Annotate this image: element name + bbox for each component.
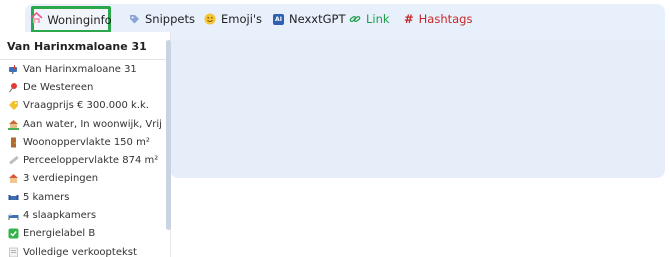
tab-nexxtgpt[interactable]: AI NexxtGPT bbox=[273, 6, 345, 32]
item-text: Van Harinxmaloane 31 bbox=[23, 63, 137, 75]
ai-badge-icon: AI bbox=[273, 13, 284, 25]
price-tag-icon bbox=[8, 100, 19, 111]
woninginfo-dropdown: Van Harinxmaloane 31 Van Harinxmaloane 3… bbox=[0, 32, 171, 257]
item-text: De Westereen bbox=[23, 81, 94, 93]
item-text: 5 kamers bbox=[23, 191, 70, 203]
tab-label: NexxtGPT bbox=[289, 12, 346, 26]
item-text: Vraagprijs € 300.000 k.k. bbox=[23, 100, 149, 112]
address-title: Van Harinxmaloane 31 bbox=[7, 40, 147, 53]
sidebar-scrollbar[interactable] bbox=[166, 40, 171, 230]
list-item[interactable]: Vraagprijs € 300.000 k.k. bbox=[0, 97, 170, 115]
door-icon bbox=[8, 137, 19, 148]
item-text: Volledige verkooptekst bbox=[23, 246, 137, 257]
tab-label: Woninginfo bbox=[47, 12, 112, 27]
bed-icon bbox=[8, 210, 19, 221]
list-item[interactable]: Energielabel B bbox=[0, 225, 170, 243]
house-icon bbox=[30, 11, 43, 27]
list-item[interactable]: Woonoppervlakte 150 m² bbox=[0, 133, 170, 151]
list-item[interactable]: Van Harinxmaloane 31 bbox=[0, 60, 170, 78]
link-icon bbox=[349, 13, 361, 25]
tab-hashtags[interactable]: # Hashtags bbox=[404, 6, 472, 32]
item-text: Woonoppervlakte 150 m² bbox=[23, 136, 150, 148]
check-icon bbox=[8, 228, 19, 239]
list-item[interactable]: 5 kamers bbox=[0, 188, 170, 206]
list-item[interactable]: Aan water, In woonwijk, Vrij uitzicht bbox=[0, 115, 170, 133]
tab-label: Emoji's bbox=[221, 12, 263, 26]
memo-icon bbox=[8, 247, 19, 257]
tab-snippets[interactable]: Snippets bbox=[129, 6, 195, 32]
list-item[interactable]: 4 slaapkamers bbox=[0, 206, 170, 224]
item-text: Aan water, In woonwijk, Vrij uitzicht bbox=[23, 118, 170, 130]
couch-icon bbox=[8, 192, 19, 203]
tab-woninginfo[interactable]: Woninginfo bbox=[30, 6, 112, 33]
hash-icon: # bbox=[404, 12, 414, 26]
list-item[interactable]: Volledige verkooptekst bbox=[0, 243, 170, 257]
tag-icon bbox=[129, 14, 140, 25]
list-item[interactable]: De Westereen bbox=[0, 78, 170, 96]
tab-label: Hashtags bbox=[418, 12, 473, 26]
tab-label: Link bbox=[366, 12, 390, 26]
tab-emojis[interactable]: Emoji's bbox=[204, 6, 262, 32]
item-text: Perceeloppervlakte 874 m² bbox=[23, 155, 159, 167]
content-panel bbox=[170, 39, 665, 178]
tab-label: Snippets bbox=[145, 12, 195, 26]
item-text: Energielabel B bbox=[23, 228, 96, 240]
ruler-icon bbox=[8, 155, 19, 166]
house-garden-icon bbox=[8, 119, 19, 130]
mailbox-icon bbox=[8, 64, 19, 75]
tab-link[interactable]: Link bbox=[349, 6, 390, 32]
item-text: 3 verdiepingen bbox=[23, 173, 99, 185]
smiley-icon bbox=[204, 13, 216, 25]
woninginfo-list: Van Harinxmaloane 31 De Westereen Vraagp… bbox=[0, 60, 170, 257]
house-icon bbox=[8, 173, 19, 184]
list-item[interactable]: Perceeloppervlakte 874 m² bbox=[0, 151, 170, 169]
list-item[interactable]: 3 verdiepingen bbox=[0, 170, 170, 188]
pushpin-icon bbox=[8, 82, 19, 93]
item-text: 4 slaapkamers bbox=[23, 210, 97, 222]
